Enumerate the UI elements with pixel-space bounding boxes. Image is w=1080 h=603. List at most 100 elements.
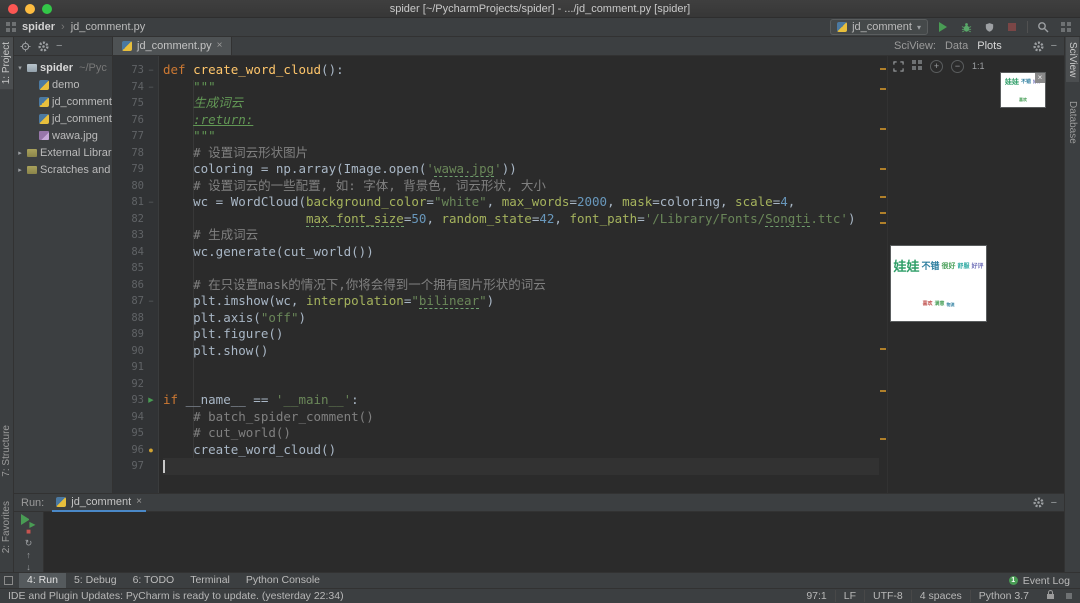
breadcrumb-file[interactable]: jd_comment.py <box>71 21 146 33</box>
hide-panel-button[interactable]: − <box>1051 497 1057 509</box>
search-everywhere-button[interactable] <box>1035 19 1051 35</box>
expand-plot-button[interactable] <box>893 61 904 72</box>
code-line-96[interactable]: create_word_cloud() <box>163 442 887 459</box>
collapse-all-button[interactable]: − <box>56 40 62 52</box>
toolwindow-button-6-todo[interactable]: 6: TODO <box>125 573 183 589</box>
stripe-button-2-favorites[interactable]: 2: Favorites <box>0 496 13 558</box>
tree-item-wawa-jpg[interactable]: wawa.jpg <box>14 127 112 144</box>
stripe-button-7-structure[interactable]: 7: Structure <box>0 420 13 482</box>
close-plot-icon[interactable]: × <box>1035 73 1045 83</box>
toolwindow-button-terminal[interactable]: Terminal <box>182 573 238 589</box>
code-line-82[interactable]: max_font_size=50, random_state=42, font_… <box>163 211 887 228</box>
editor-tab-jd-comment[interactable]: jd_comment.py × <box>113 37 232 55</box>
code-line-78[interactable]: # 设置词云形状图片 <box>163 145 887 162</box>
stop-button[interactable] <box>1004 19 1020 35</box>
toolwindow-button-python-console[interactable]: Python Console <box>238 573 328 589</box>
code-line-76[interactable]: :return: <box>163 112 887 129</box>
code-line-75[interactable]: 生成词云 <box>163 95 887 112</box>
code-line-87[interactable]: plt.imshow(wc, interpolation="bilinear") <box>163 293 887 310</box>
status-lf[interactable]: LF <box>835 590 864 602</box>
tree-item-scratches-and[interactable]: ▸Scratches and <box>14 161 112 178</box>
restart-button[interactable]: ↻ <box>21 538 37 549</box>
zoom-level[interactable]: 1:1 <box>972 61 985 71</box>
code-line-97[interactable] <box>163 458 887 475</box>
tree-item-demo[interactable]: demo <box>14 76 112 93</box>
fold-icon[interactable]: − <box>144 296 158 306</box>
code-editor[interactable]: 73−74−75767778798081−828384858687−888990… <box>113 56 887 493</box>
line-number: 87 <box>118 295 144 307</box>
readonly-lock-icon[interactable] <box>1047 594 1054 599</box>
toolwindow-switcher-icon[interactable] <box>4 576 13 585</box>
code-line-81[interactable]: wc = WordCloud(background_color="white",… <box>163 194 887 211</box>
hide-panel-button[interactable]: − <box>1051 40 1057 52</box>
close-tab-icon[interactable]: × <box>217 41 223 51</box>
code-line-92[interactable] <box>163 376 887 393</box>
code-line-79[interactable]: coloring = np.array(Image.open('wawa.jpg… <box>163 161 887 178</box>
tree-item-jd-comment[interactable]: jd_comment <box>14 110 112 127</box>
code-line-85[interactable] <box>163 260 887 277</box>
close-tab-icon[interactable]: × <box>136 497 142 507</box>
rerun-button[interactable]: ▶ <box>21 514 37 525</box>
status-utf-8[interactable]: UTF-8 <box>864 590 911 602</box>
text-caret <box>163 460 165 473</box>
code-line-93[interactable]: if __name__ == '__main__': <box>163 392 887 409</box>
code-line-73[interactable]: def create_word_cloud(): <box>163 62 887 79</box>
code-line-84[interactable]: wc.generate(cut_world()) <box>163 244 887 261</box>
code-line-80[interactable]: # 设置词云的一些配置, 如: 字体, 背景色, 词云形状, 大小 <box>163 178 887 195</box>
fold-icon[interactable]: − <box>144 82 158 92</box>
breakpoint-icon[interactable]: ● <box>144 445 158 455</box>
status-python-3-7[interactable]: Python 3.7 <box>970 590 1037 602</box>
code-line-83[interactable]: # 生成词云 <box>163 227 887 244</box>
close-window-button[interactable] <box>8 4 18 14</box>
plot-thumbnail[interactable]: 娃娃不错很好舒服好评喜欢满意物流 <box>890 245 987 322</box>
status-message[interactable]: IDE and Plugin Updates: PyCharm is ready… <box>8 590 344 602</box>
code-line-94[interactable]: # batch_spider_comment() <box>163 409 887 426</box>
sciview-settings-button[interactable] <box>1033 41 1044 52</box>
stripe-button-sciview[interactable]: SciView <box>1066 37 1079 82</box>
run-line-icon[interactable]: ▶ <box>144 396 158 404</box>
tree-item-spider[interactable]: ▾spider~/Pyc <box>14 59 112 76</box>
sciview-tab-plots[interactable]: Plots <box>977 40 1001 52</box>
code-line-95[interactable]: # cut_world() <box>163 425 887 442</box>
code-line-74[interactable]: """ <box>163 79 887 96</box>
project-settings-button[interactable] <box>38 41 49 52</box>
debug-button[interactable] <box>958 19 974 35</box>
run-settings-button[interactable] <box>1033 497 1044 508</box>
stop-process-button[interactable]: ■ <box>21 526 37 537</box>
scroll-up-button[interactable]: ↑ <box>21 550 37 561</box>
run-button[interactable] <box>935 19 951 35</box>
run-output[interactable]: 不错 还 没 充气 比 广告 的 漂亮 多 了 在 充电 吧 东西 送 得 很 … <box>44 512 1064 572</box>
fold-icon[interactable]: − <box>144 197 158 207</box>
fold-icon[interactable]: − <box>144 65 158 75</box>
plot-thumbnail[interactable]: 娃娃不错好评喜欢 × <box>1000 72 1046 108</box>
locate-file-button[interactable] <box>20 41 31 52</box>
minimize-window-button[interactable] <box>25 4 35 14</box>
toolwindow-button-5-debug[interactable]: 5: Debug <box>66 573 125 589</box>
grid-view-button[interactable] <box>912 57 922 75</box>
code-line-77[interactable]: """ <box>163 128 887 145</box>
zoom-in-button[interactable]: + <box>930 60 943 73</box>
code-line-91[interactable] <box>163 359 887 376</box>
run-tab[interactable]: jd_comment × <box>52 494 146 512</box>
code-line-88[interactable]: plt.axis("off") <box>163 310 887 327</box>
zoom-window-button[interactable] <box>42 4 52 14</box>
toolwindow-button-4-run[interactable]: 4: Run <box>19 573 66 589</box>
tree-item-jd-comment[interactable]: jd_comment <box>14 93 112 110</box>
tree-item-external-libraries[interactable]: ▸External Libraries <box>14 144 112 161</box>
code-line-89[interactable]: plt.figure() <box>163 326 887 343</box>
breadcrumb-project[interactable]: spider <box>22 21 55 33</box>
stripe-button-1-project[interactable]: 1: Project <box>0 37 13 89</box>
event-log-button[interactable]: Event Log <box>1023 575 1070 587</box>
code-line-86[interactable]: # 在只设置mask的情况下,你将会得到一个拥有图片形状的词云 <box>163 277 887 294</box>
stripe-button-database[interactable]: Database <box>1066 96 1079 149</box>
zoom-out-button[interactable]: − <box>951 60 964 73</box>
run-config-select[interactable]: jd_comment ▾ <box>830 19 928 35</box>
window-menu-icon[interactable] <box>6 22 16 32</box>
code-line-90[interactable]: plt.show() <box>163 343 887 360</box>
sciview-tab-data[interactable]: Data <box>945 40 968 52</box>
coverage-button[interactable] <box>981 19 997 35</box>
editor-scrollbar[interactable] <box>879 56 887 493</box>
status-4-spaces[interactable]: 4 spaces <box>911 590 970 602</box>
layout-button[interactable] <box>1058 19 1074 35</box>
status-97-1[interactable]: 97:1 <box>798 590 834 602</box>
